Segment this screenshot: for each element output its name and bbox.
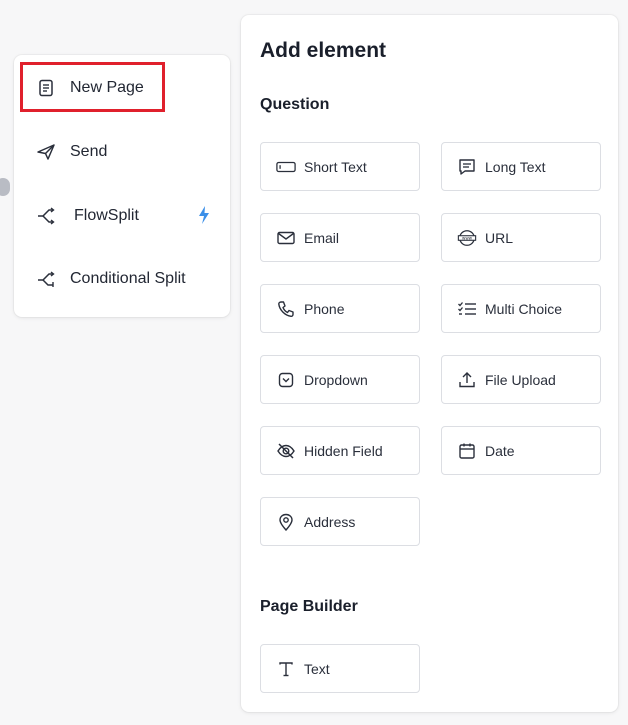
- menu-item-label: FlowSplit: [74, 207, 139, 224]
- section-heading-question: Question: [260, 96, 330, 113]
- element-email-button[interactable]: Email: [260, 213, 420, 262]
- dropdown-icon: [276, 370, 296, 390]
- element-label: Dropdown: [304, 371, 368, 388]
- menu-item-send[interactable]: Send: [36, 132, 107, 172]
- menu-item-label: Conditional Split: [70, 270, 186, 287]
- multi-choice-icon: [457, 299, 477, 319]
- element-short-text-button[interactable]: Short Text: [260, 142, 420, 191]
- menu-item-label: Send: [70, 143, 108, 160]
- menu-item-flowsplit[interactable]: FlowSplit: [36, 196, 206, 236]
- element-label: Text: [304, 660, 330, 677]
- element-phone-button[interactable]: Phone: [260, 284, 420, 333]
- element-multi-choice-button[interactable]: Multi Choice: [441, 284, 601, 333]
- conditional-split-icon: [36, 269, 56, 289]
- email-icon: [276, 228, 296, 248]
- element-label: Phone: [304, 300, 345, 317]
- highlight-box: [20, 62, 165, 112]
- element-address-button[interactable]: Address: [260, 497, 420, 546]
- connector-handle[interactable]: [0, 178, 10, 196]
- text-icon: [276, 659, 296, 679]
- location-pin-icon: [276, 512, 296, 532]
- element-label: URL: [485, 229, 514, 246]
- short-text-icon: [276, 157, 296, 177]
- element-label: Hidden Field: [304, 442, 383, 459]
- element-label: Date: [485, 442, 515, 459]
- element-date-button[interactable]: Date: [441, 426, 601, 475]
- element-label: Multi Choice: [485, 300, 563, 317]
- element-label: Long Text: [485, 158, 546, 175]
- phone-icon: [276, 299, 296, 319]
- url-icon: www: [457, 228, 477, 248]
- upload-icon: [457, 370, 477, 390]
- element-dropdown-button[interactable]: Dropdown: [260, 355, 420, 404]
- section-heading-page-builder: Page Builder: [260, 598, 358, 615]
- element-label: Address: [304, 513, 356, 530]
- eye-off-icon: [276, 441, 296, 461]
- element-label: Short Text: [304, 158, 367, 175]
- add-element-panel: Add element Question Short Text Long Tex…: [241, 15, 618, 712]
- element-label: Email: [304, 229, 340, 246]
- element-url-button[interactable]: www URL: [441, 213, 601, 262]
- element-label: File Upload: [485, 371, 556, 388]
- split-icon: [36, 206, 56, 226]
- svg-text:www: www: [462, 235, 473, 240]
- panel-title: Add element: [260, 39, 387, 62]
- long-text-icon: [457, 157, 477, 177]
- menu-item-conditional-split[interactable]: Conditional Split: [36, 259, 186, 299]
- element-file-upload-button[interactable]: File Upload: [441, 355, 601, 404]
- element-text-button[interactable]: Text: [260, 644, 420, 693]
- element-hidden-field-button[interactable]: Hidden Field: [260, 426, 420, 475]
- send-icon: [36, 142, 56, 162]
- calendar-icon: [457, 441, 477, 461]
- element-long-text-button[interactable]: Long Text: [441, 142, 601, 191]
- bolt-icon: [197, 205, 211, 230]
